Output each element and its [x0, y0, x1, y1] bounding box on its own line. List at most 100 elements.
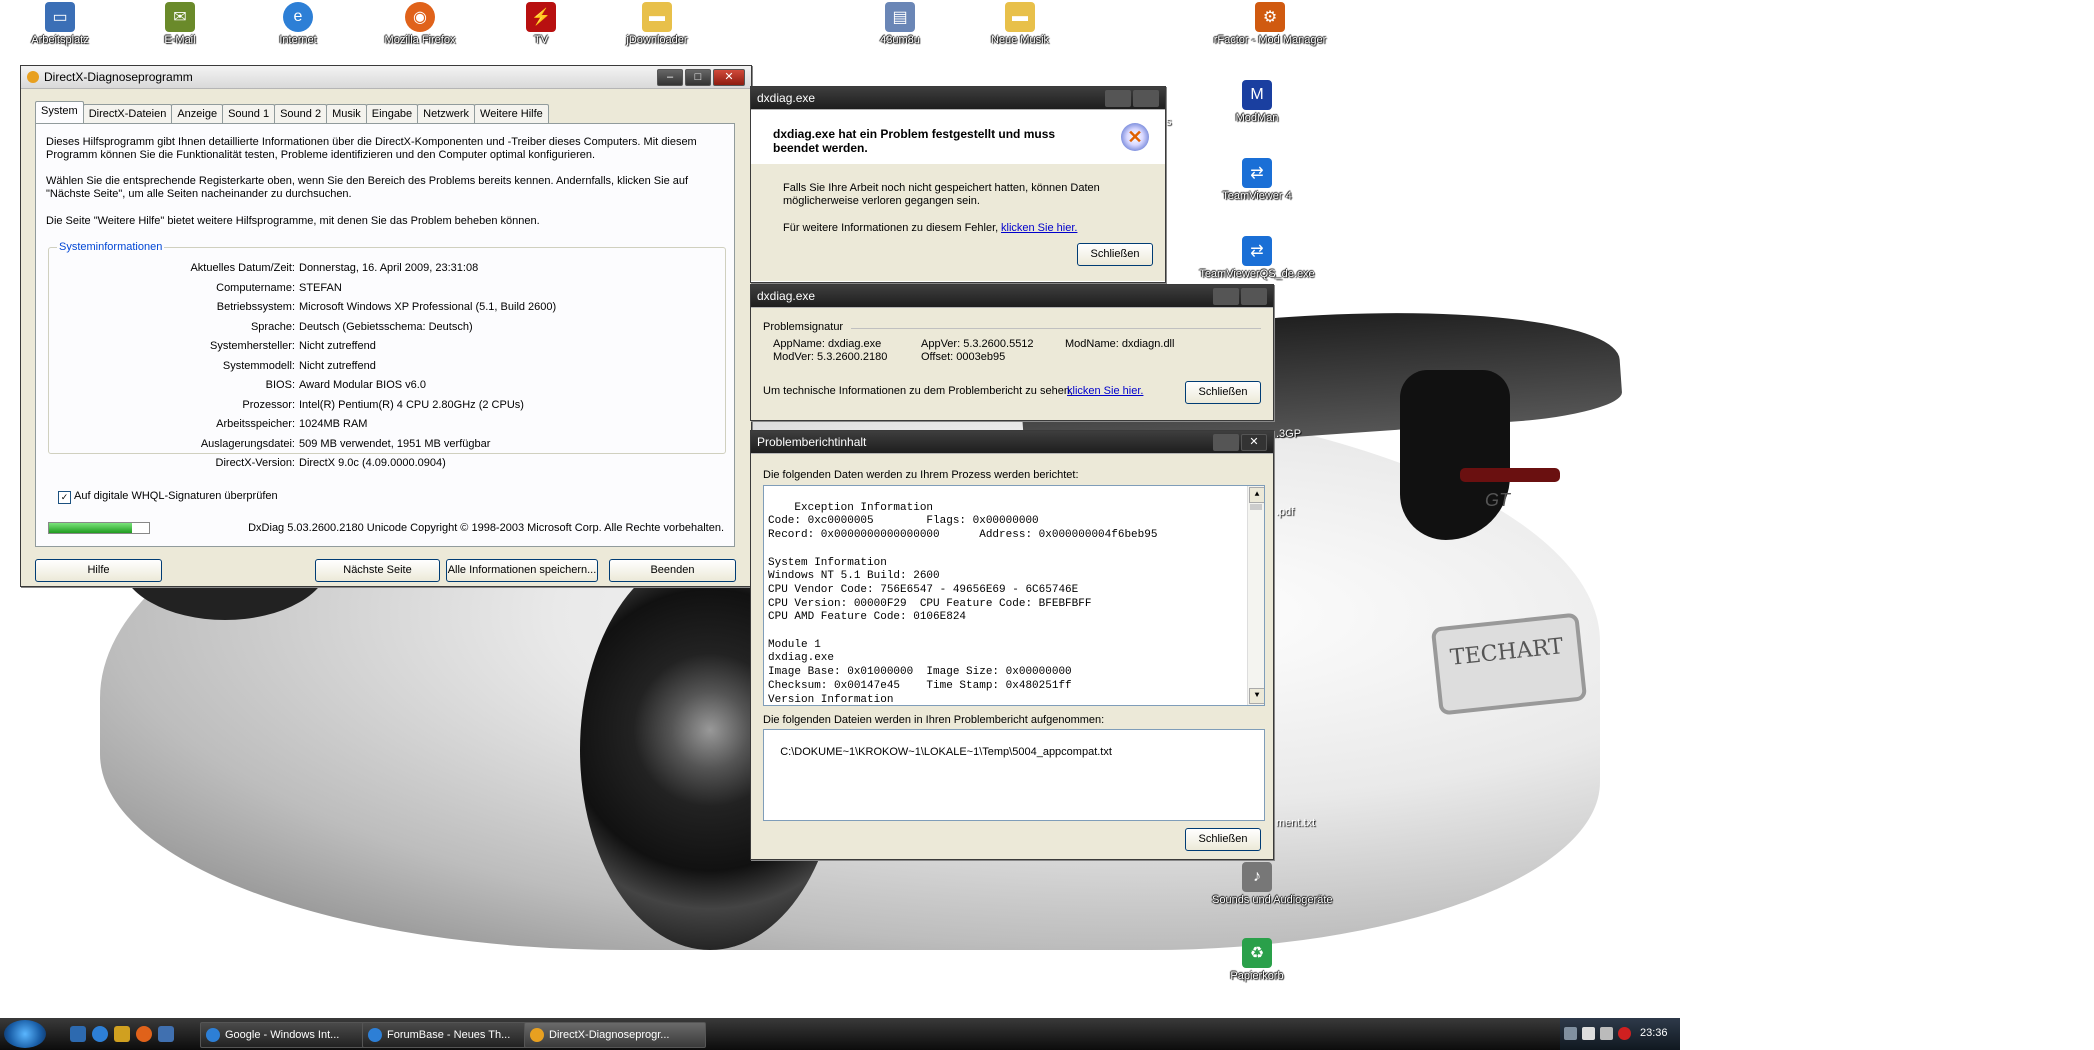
folder-icon: ▬	[1005, 2, 1035, 32]
info-row: Systemmodell: Nicht zutreffend	[222, 359, 376, 372]
taskbar-item-dxdiag[interactable]: DirectX-Diagnoseprogr...	[524, 1022, 706, 1048]
problem-report-titlebar[interactable]: Problemberichtinhalt ✕	[751, 431, 1273, 454]
taskbar-item-google[interactable]: Google - Windows Int...	[200, 1022, 382, 1048]
tab-directx-dateien[interactable]: DirectX-Dateien	[82, 104, 173, 123]
minimize-button[interactable]: –	[657, 69, 683, 86]
tab-sound-1[interactable]: Sound 1	[222, 104, 276, 123]
progress-fill	[49, 523, 132, 533]
info-row: Auslagerungsdatei: 509 MB verwendet, 1951…	[200, 437, 491, 450]
car-gt-badge: GT	[1485, 490, 1510, 510]
crash-more-info-link[interactable]: klicken Sie hier.	[1001, 222, 1077, 234]
desktop-partial-label[interactable]: ment.txt	[1276, 817, 1315, 829]
close-button[interactable]: ✕	[713, 69, 745, 86]
desktop-icon-teamviewer-4[interactable]: ⇄ TeamViewer 4	[1212, 158, 1302, 202]
info-row: DirectX-Version: DirectX 9.0c (4.09.0000.…	[215, 457, 446, 469]
info-row: Arbeitsspeicher: 1024MB RAM	[216, 418, 368, 430]
desktop-icon-43um8u[interactable]: ▤ 43um8u	[855, 2, 945, 46]
minimize-button[interactable]	[1213, 288, 1239, 305]
desktop-icon-email[interactable]: ✉ E-Mail	[135, 2, 225, 46]
dxdiag-tabs: System DirectX-Dateien Anzeige Sound 1 S…	[35, 101, 549, 123]
show-desktop-icon[interactable]	[70, 1026, 86, 1042]
minimize-button[interactable]	[1213, 434, 1239, 451]
report-textarea[interactable]: Exception Information Code: 0xc0000005 F…	[763, 485, 1265, 706]
scroll-thumb[interactable]	[1250, 504, 1262, 510]
save-all-info-button[interactable]: Alle Informationen speichern...	[446, 559, 598, 582]
file-path: C:\DOKUME~1\KROKOW~1\LOKALE~1\Temp\5004_…	[780, 745, 1112, 758]
crash-dialog-titlebar[interactable]: dxdiag.exe	[751, 87, 1165, 110]
teamviewer-icon: ⇄	[1242, 158, 1272, 188]
intro-paragraph-2: Wählen Sie die entsprechende Registerkar…	[46, 175, 689, 200]
desktop-icon-rfactor-mod-manager[interactable]: ⚙ rFactor - Mod Manager	[1210, 2, 1330, 46]
next-page-button[interactable]: Nächste Seite	[315, 559, 440, 582]
desktop-icon-tv[interactable]: ⚡ TV	[496, 2, 586, 46]
desktop-partial-label[interactable]: .pdf	[1276, 506, 1294, 518]
tab-eingabe[interactable]: Eingabe	[365, 104, 419, 123]
clock[interactable]: 23:36	[1640, 1027, 1668, 1039]
info-row: Systemhersteller: Nicht zutreffend	[210, 340, 376, 352]
close-dialog-button[interactable]: Schließen	[1077, 243, 1153, 266]
tab-musik[interactable]: Musik	[326, 104, 367, 123]
tab-weitere-hilfe[interactable]: Weitere Hilfe	[474, 104, 549, 123]
close-button[interactable]: ✕	[1241, 434, 1267, 451]
crash-body-text: Falls Sie Ihre Arbeit noch nicht gespeic…	[783, 182, 1100, 207]
scroll-up-icon[interactable]: ▲	[1249, 487, 1264, 503]
report-scrollbar[interactable]: ▲ ▼	[1247, 486, 1264, 705]
desktop-icon-modman[interactable]: M ModMan	[1212, 80, 1302, 124]
desktop-icon-teamviewerqs[interactable]: ⇄ TeamViewerQS_de.exe	[1197, 236, 1317, 280]
whql-checkbox[interactable]: ✓	[58, 491, 71, 504]
exit-button[interactable]: Beenden	[609, 559, 736, 582]
report-content: Exception Information Code: 0xc0000005 F…	[768, 501, 1158, 706]
desktop-icon-jdownloader[interactable]: ▬ jDownloader	[612, 2, 702, 46]
antivirus-icon[interactable]	[1618, 1027, 1631, 1040]
internet-explorer-icon: e	[283, 2, 313, 32]
info-row: Betriebssystem: Microsoft Windows XP Prof…	[216, 301, 557, 313]
tray-icon[interactable]	[1564, 1027, 1577, 1040]
firefox-icon[interactable]	[136, 1026, 152, 1042]
desktop-icon-firefox[interactable]: ◉ Mozilla Firefox	[375, 2, 465, 46]
desktop-icon-papierkorb[interactable]: ♻ Papierkorb	[1212, 938, 1302, 982]
help-button[interactable]: Hilfe	[35, 559, 162, 582]
info-row: Sprache: Deutsch (Gebietsschema: Deutsch)	[250, 320, 473, 333]
dxdiag-title: DirectX-Diagnoseprogramm	[44, 70, 193, 84]
taskbar: Google - Windows Int... ForumBase - Neue…	[0, 1018, 1680, 1050]
problem-signature-titlebar[interactable]: dxdiag.exe	[751, 285, 1273, 308]
desktop-icon-arbeitsplatz[interactable]: ▭ Arbeitsplatz	[15, 2, 105, 46]
close-dialog-button[interactable]: Schließen	[1185, 381, 1261, 404]
desktop-partial-label[interactable]: s	[1166, 116, 1172, 128]
tab-system[interactable]: System	[35, 101, 84, 123]
quicklaunch-icon[interactable]	[158, 1026, 174, 1042]
desktop-partial-label[interactable]: .3GP	[1276, 428, 1301, 440]
close-button[interactable]	[1241, 288, 1267, 305]
network-icon[interactable]	[1600, 1027, 1613, 1040]
media-icon[interactable]	[114, 1026, 130, 1042]
internet-explorer-icon[interactable]	[92, 1026, 108, 1042]
internet-explorer-icon	[368, 1028, 382, 1042]
taskbar-item-forumbase[interactable]: ForumBase - Neues Th...	[362, 1022, 544, 1048]
minimize-button[interactable]	[1105, 90, 1131, 107]
dxdiag-app-icon	[27, 71, 39, 83]
close-dialog-button[interactable]: Schließen	[1185, 828, 1261, 851]
tech-info-link[interactable]: klicken Sie hier.	[1067, 385, 1143, 397]
tab-anzeige[interactable]: Anzeige	[171, 104, 224, 123]
start-button[interactable]	[4, 1020, 46, 1048]
maximize-button[interactable]: □	[685, 69, 711, 86]
files-textarea[interactable]: C:\DOKUME~1\KROKOW~1\LOKALE~1\Temp\5004_…	[763, 729, 1265, 821]
desktop-icon-sounds[interactable]: ♪ Sounds und Audiogeräte	[1212, 862, 1333, 906]
dxdiag-titlebar[interactable]: DirectX-Diagnoseprogramm – □ ✕	[21, 66, 751, 89]
file-icon: ▤	[885, 2, 915, 32]
system-info-group-title: Systeminformationen	[57, 241, 165, 253]
tab-sound-2[interactable]: Sound 2	[274, 104, 328, 123]
intro-paragraph-1: Dieses Hilfsprogramm gibt Ihnen detailli…	[46, 136, 697, 161]
firefox-icon: ◉	[405, 2, 435, 32]
close-button[interactable]	[1133, 90, 1159, 107]
tray-icon[interactable]	[1582, 1027, 1595, 1040]
problem-signature-title: dxdiag.exe	[757, 289, 816, 303]
desktop-icon-internet[interactable]: e Internet	[253, 2, 343, 46]
tech-info-text: Um technische Informationen zu dem Probl…	[763, 385, 1073, 397]
system-info-group: Systeminformationen Aktuelles Datum/Zeit…	[48, 241, 726, 469]
scroll-down-icon[interactable]: ▼	[1249, 688, 1264, 704]
tab-netzwerk[interactable]: Netzwerk	[417, 104, 476, 123]
problem-signature-dialog: dxdiag.exe Problemsignatur AppName: dxdi…	[750, 284, 1274, 421]
folder-icon: ▬	[642, 2, 672, 32]
desktop-icon-neue-musik[interactable]: ▬ Neue Musik	[975, 2, 1065, 46]
